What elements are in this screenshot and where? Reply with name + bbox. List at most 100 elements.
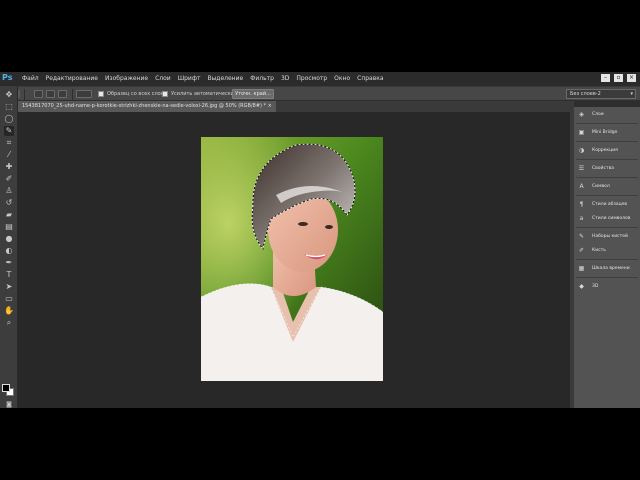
canvas-area[interactable] xyxy=(18,112,570,408)
refine-edge-button[interactable]: Уточн. край... xyxy=(232,89,274,99)
menu-3d[interactable]: 3D xyxy=(281,75,289,82)
crop-tool-icon[interactable]: ⌗ xyxy=(4,138,14,148)
healing-brush-tool-icon[interactable]: ✚ xyxy=(4,162,14,172)
panels-dock: ◈ Слои ▣ Mini Bridge ◑ Коррекция ☰ Свойс… xyxy=(574,101,640,408)
path-selection-tool-icon[interactable]: ➤ xyxy=(4,282,14,292)
divider xyxy=(576,159,638,160)
panel-3d[interactable]: ◆ 3D xyxy=(576,281,638,293)
close-icon[interactable]: × xyxy=(268,103,272,109)
divider xyxy=(576,177,638,178)
dodge-tool-icon[interactable]: ◐ xyxy=(4,246,14,256)
menu-file[interactable]: Файл xyxy=(22,75,39,82)
layers-icon: ◈ xyxy=(579,111,584,118)
workspace-select[interactable]: Без слоев-2 ▾ xyxy=(566,89,636,99)
brush-size-picker[interactable] xyxy=(76,90,92,98)
add-to-selection-icon[interactable] xyxy=(46,90,55,98)
lasso-tool-icon[interactable]: ◯ xyxy=(4,114,14,124)
paragraph-styles-icon: ¶ xyxy=(579,201,584,208)
maximize-button[interactable]: ▫ xyxy=(614,74,623,82)
panel-adjustments[interactable]: ◑ Коррекция xyxy=(576,145,638,157)
panel-timeline[interactable]: ▦ Шкала времени xyxy=(576,263,638,275)
foreground-color-swatch[interactable] xyxy=(2,384,10,392)
character-styles-icon: a xyxy=(579,215,584,222)
close-button[interactable]: × xyxy=(627,74,636,82)
panel-label: Символ xyxy=(592,184,610,189)
menu-view[interactable]: Просмотр xyxy=(296,75,327,82)
clone-stamp-tool-icon[interactable]: ♙ xyxy=(4,186,14,196)
move-tool-icon[interactable]: ✥ xyxy=(4,90,14,100)
menu-edit[interactable]: Редактирование xyxy=(46,75,98,82)
tools-panel: ✥ ⬚ ◯ ✎ ⌗ ⁄ ✚ ✐ ♙ ↺ ▰ ▤ ● ◐ ✒ T ➤ ▭ ✋ ⌕ … xyxy=(0,86,18,408)
panel-label: Кисть xyxy=(592,248,606,253)
menu-filter[interactable]: Фильтр xyxy=(250,75,274,82)
mini-bridge-icon: ▣ xyxy=(578,129,585,136)
type-tool-icon[interactable]: T xyxy=(4,270,14,280)
window-controls: – ▫ × xyxy=(601,74,636,82)
brush-icon: ✐ xyxy=(578,247,585,254)
panel-paragraph-styles[interactable]: ¶ Стили абзацев xyxy=(576,199,638,211)
document-image[interactable] xyxy=(201,137,383,381)
menu-bar: Ps Файл Редактирование Изображение Слои … xyxy=(0,72,640,86)
menu-list: Файл Редактирование Изображение Слои Шри… xyxy=(22,75,384,82)
hand-tool-icon[interactable]: ✋ xyxy=(4,306,14,316)
pen-tool-icon[interactable]: ✒ xyxy=(4,258,14,268)
divider xyxy=(72,89,73,100)
sample-all-layers-checkbox[interactable] xyxy=(98,91,104,97)
app-logo: Ps xyxy=(2,73,13,82)
blur-tool-icon[interactable]: ● xyxy=(4,234,14,244)
panel-label: Свойства xyxy=(592,166,614,171)
auto-enhance-checkbox[interactable] xyxy=(162,91,168,97)
chevron-down-icon: ▾ xyxy=(630,91,633,97)
document-tab[interactable]: 1543817070_25-uhd-name-p-korotkie-strizh… xyxy=(18,101,276,112)
panel-label: Стили абзацев xyxy=(592,202,628,207)
options-bar: Образец со всех слоев Усилить автоматиче… xyxy=(0,86,640,101)
photoshop-window: Ps Файл Редактирование Изображение Слои … xyxy=(0,72,640,408)
portrait-photo xyxy=(201,137,383,381)
properties-icon: ☰ xyxy=(578,165,585,172)
menu-layers[interactable]: Слои xyxy=(155,75,171,82)
panel-label: Слои xyxy=(592,112,604,117)
divider xyxy=(576,259,638,260)
sample-all-layers-label: Образец со всех слоев xyxy=(107,91,167,97)
eyedropper-tool-icon[interactable]: ⁄ xyxy=(4,150,14,160)
3d-icon: ◆ xyxy=(579,283,584,290)
menu-select[interactable]: Выделение xyxy=(207,75,243,82)
panel-label: Наборы кистей xyxy=(592,234,628,239)
auto-enhance-label: Усилить автоматически xyxy=(171,91,234,97)
minimize-button[interactable]: – xyxy=(601,74,610,82)
divider xyxy=(576,123,638,124)
brush-tool-icon[interactable]: ✐ xyxy=(4,174,14,184)
panel-label: 3D xyxy=(592,284,599,289)
divider xyxy=(24,89,25,100)
divider xyxy=(576,141,638,142)
panel-character[interactable]: A Символ xyxy=(576,181,638,193)
panel-character-styles[interactable]: a Стили символов xyxy=(576,213,638,225)
divider xyxy=(576,277,638,278)
gradient-tool-icon[interactable]: ▤ xyxy=(4,222,14,232)
quick-mask-icon[interactable]: ◙ xyxy=(4,400,14,410)
document-tab-bar: 1543817070_25-uhd-name-p-korotkie-strizh… xyxy=(18,101,570,112)
divider xyxy=(576,227,638,228)
quick-selection-tool-icon[interactable]: ✎ xyxy=(4,126,14,136)
shape-tool-icon[interactable]: ▭ xyxy=(4,294,14,304)
panel-mini-bridge[interactable]: ▣ Mini Bridge xyxy=(576,127,638,139)
panel-label: Шкала времени xyxy=(592,266,630,271)
panel-brush[interactable]: ✐ Кисть xyxy=(576,245,638,257)
eraser-tool-icon[interactable]: ▰ xyxy=(4,210,14,220)
new-selection-icon[interactable] xyxy=(34,90,43,98)
document-tab-title: 1543817070_25-uhd-name-p-korotkie-strizh… xyxy=(22,103,267,109)
panel-properties[interactable]: ☰ Свойства xyxy=(576,163,638,175)
menu-image[interactable]: Изображение xyxy=(105,75,148,82)
zoom-tool-icon[interactable]: ⌕ xyxy=(4,318,14,328)
panels-header[interactable] xyxy=(574,101,640,107)
panel-brush-presets[interactable]: ✎ Наборы кистей xyxy=(576,231,638,243)
panel-label: Стили символов xyxy=(592,216,631,221)
menu-help[interactable]: Справка xyxy=(357,75,383,82)
marquee-tool-icon[interactable]: ⬚ xyxy=(4,102,14,112)
screen: Ps Файл Редактирование Изображение Слои … xyxy=(0,0,640,480)
panel-layers[interactable]: ◈ Слои xyxy=(576,109,638,121)
menu-window[interactable]: Окно xyxy=(334,75,350,82)
history-brush-tool-icon[interactable]: ↺ xyxy=(4,198,14,208)
subtract-selection-icon[interactable] xyxy=(58,90,67,98)
menu-type[interactable]: Шрифт xyxy=(178,75,201,82)
